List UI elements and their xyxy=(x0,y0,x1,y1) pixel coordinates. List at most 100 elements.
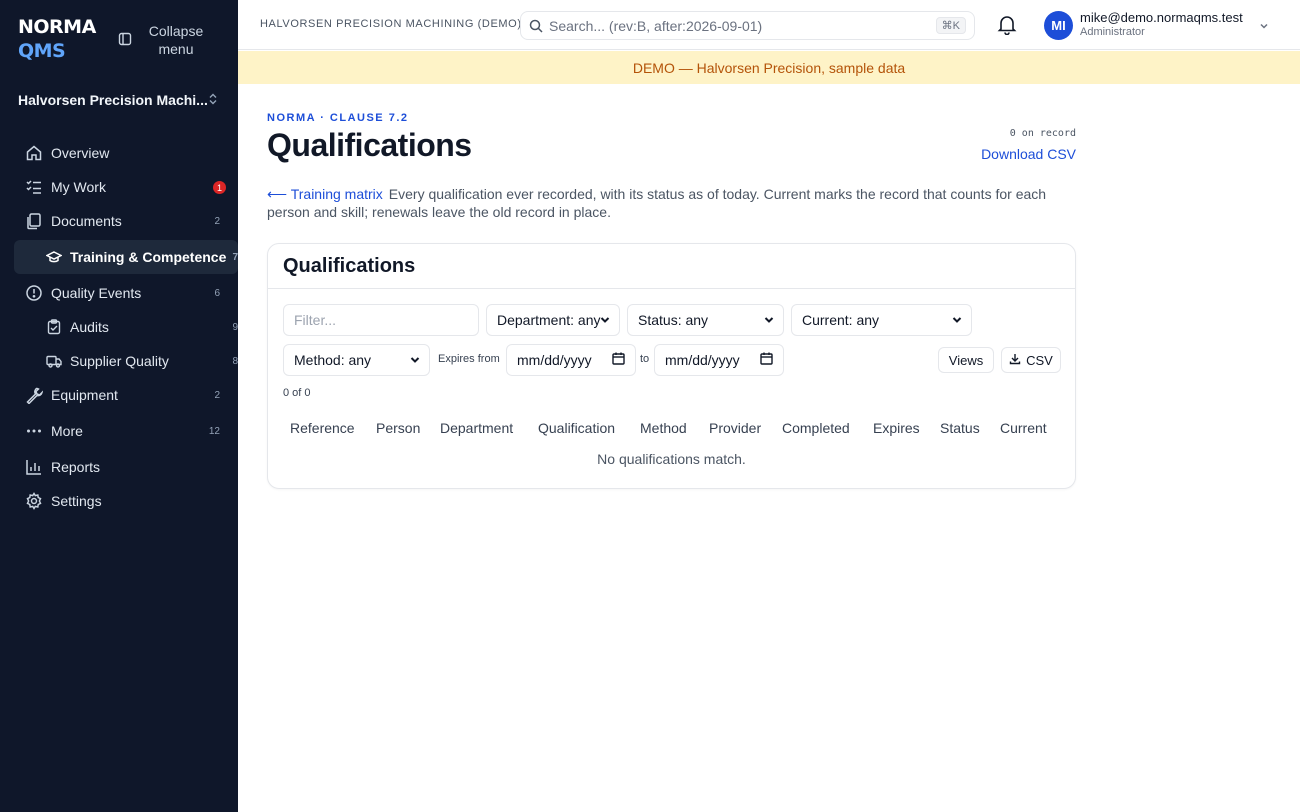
sidebar-toggle-icon xyxy=(118,32,132,49)
expires-to-date-input[interactable]: mm/dd/yyyy xyxy=(654,344,784,376)
search-shortcut: ⌘K xyxy=(935,17,966,34)
sidebar-item-label: Quality Events xyxy=(51,285,142,301)
brand-line-2: QMS xyxy=(18,40,66,62)
download-csv-link[interactable]: Download CSV xyxy=(981,146,1076,162)
wrench-icon xyxy=(24,385,44,405)
column-header-person[interactable]: Person xyxy=(376,420,420,436)
alert-circle-icon xyxy=(24,283,44,303)
column-header-department[interactable]: Department xyxy=(440,420,513,436)
status-select[interactable]: Status: any xyxy=(627,304,784,336)
record-count: 0 on record xyxy=(1009,128,1076,139)
department-value: Department: any xyxy=(497,312,601,328)
expires-from-date-input[interactable]: mm/dd/yyyy xyxy=(506,344,636,376)
column-header-completed[interactable]: Completed xyxy=(782,420,850,436)
clipboard-icon xyxy=(46,317,62,337)
org-title: HALVORSEN PRECISION MACHINING (DEMO) xyxy=(260,18,522,30)
checklist-icon xyxy=(24,177,44,197)
sidebar-item-label: More xyxy=(51,423,83,439)
column-header-qualification[interactable]: Qualification xyxy=(538,420,615,436)
sidebar-item-settings[interactable]: Settings xyxy=(14,484,238,518)
column-header-current[interactable]: Current xyxy=(1000,420,1047,436)
sidebar-item-label: Audits xyxy=(70,319,109,335)
collapse-menu-button[interactable]: Collapse menu xyxy=(118,22,206,58)
current-select[interactable]: Current: any xyxy=(791,304,972,336)
item-count: 7 xyxy=(232,251,238,263)
sidebar: NORMA QMS Collapse menu Halvorsen Precis… xyxy=(0,0,238,812)
sidebar-nav: Overview My Work 1 Documents 2 Training … xyxy=(14,136,238,518)
item-count: 9 xyxy=(232,321,238,333)
item-count: 12 xyxy=(208,425,220,437)
sidebar-item-more[interactable]: More 12 xyxy=(14,414,238,448)
user-menu[interactable]: mike@demo.normaqms.test Administrator xyxy=(1080,10,1243,38)
chevron-down-icon xyxy=(951,313,963,329)
search-icon xyxy=(529,19,543,33)
sidebar-item-label: Supplier Quality xyxy=(70,353,169,369)
chevron-down-icon xyxy=(599,313,611,329)
sidebar-item-documents[interactable]: Documents 2 xyxy=(14,204,238,238)
to-label: to xyxy=(640,353,650,365)
date-placeholder: mm/dd/yyyy xyxy=(665,352,740,368)
sidebar-item-audits[interactable]: Audits 9 xyxy=(14,310,238,344)
chevron-down-icon xyxy=(763,313,775,329)
column-header-expires[interactable]: Expires xyxy=(873,420,920,436)
method-select[interactable]: Method: any xyxy=(283,344,430,376)
column-header-status[interactable]: Status xyxy=(940,420,980,436)
item-count: 2 xyxy=(214,215,220,227)
calendar-icon[interactable] xyxy=(612,352,625,368)
training-matrix-link[interactable]: ⟵ Training matrix xyxy=(267,186,383,202)
avatar[interactable]: MI xyxy=(1044,11,1073,40)
download-icon xyxy=(1009,353,1021,368)
sidebar-item-label: Settings xyxy=(51,493,102,509)
org-name: Halvorsen Precision Machi... xyxy=(18,92,208,108)
sidebar-item-label: Overview xyxy=(51,145,110,161)
home-icon xyxy=(24,143,44,163)
brand-line-1: NORMA xyxy=(18,16,96,38)
item-count: 2 xyxy=(214,389,220,401)
sidebar-item-label: Reports xyxy=(51,459,101,475)
csv-label: CSV xyxy=(1026,352,1053,368)
views-button[interactable]: Views xyxy=(938,347,994,373)
demo-banner: DEMO — Halvorsen Precision, sample data xyxy=(238,51,1300,84)
column-header-method[interactable]: Method xyxy=(640,420,687,436)
sidebar-item-label: Training & Competence xyxy=(70,249,227,265)
sidebar-item-equipment[interactable]: Equipment 2 xyxy=(14,378,238,412)
page-title: Qualifications xyxy=(267,127,472,163)
sidebar-item-quality-events[interactable]: Quality Events 6 xyxy=(14,276,238,310)
sidebar-item-overview[interactable]: Overview xyxy=(14,136,238,170)
calendar-icon[interactable] xyxy=(760,352,773,368)
qualifications-card: Qualifications Filter... Department: any… xyxy=(267,243,1076,489)
sidebar-item-label: Equipment xyxy=(51,387,118,403)
chevron-up-down-icon xyxy=(208,93,218,108)
status-value: Status: any xyxy=(638,312,709,328)
column-header-reference[interactable]: Reference xyxy=(290,420,355,436)
date-placeholder: mm/dd/yyyy xyxy=(517,352,592,368)
card-title: Qualifications xyxy=(283,255,416,277)
column-header-provider[interactable]: Provider xyxy=(709,420,761,436)
sidebar-item-my-work[interactable]: My Work 1 xyxy=(14,170,238,204)
current-value: Current: any xyxy=(802,312,880,328)
sidebar-item-label: Documents xyxy=(51,213,122,229)
collapse-menu-label: Collapse menu xyxy=(148,23,204,57)
bar-chart-icon xyxy=(24,457,44,477)
csv-button[interactable]: CSV xyxy=(1001,347,1061,373)
chevron-down-icon xyxy=(409,353,421,369)
search-input[interactable]: Search... (rev:B, after:2026-09-01) ⌘K xyxy=(520,11,975,40)
sidebar-item-reports[interactable]: Reports xyxy=(14,450,238,484)
gear-icon xyxy=(24,491,44,511)
brand-logo[interactable]: NORMA QMS xyxy=(18,15,96,63)
notification-badge: 1 xyxy=(213,181,226,194)
result-count: 0 of 0 xyxy=(283,387,311,399)
expires-from-label: Expires from xyxy=(438,353,500,365)
top-bar: HALVORSEN PRECISION MACHINING (DEMO) Sea… xyxy=(238,0,1300,50)
department-select[interactable]: Department: any xyxy=(486,304,620,336)
user-email: mike@demo.normaqms.test xyxy=(1080,10,1243,25)
sidebar-item-label: My Work xyxy=(51,179,106,195)
sidebar-item-training-competence[interactable]: Training & Competence 7 xyxy=(14,240,238,274)
chevron-down-icon[interactable] xyxy=(1258,19,1270,37)
sidebar-item-supplier-quality[interactable]: Supplier Quality 8 xyxy=(14,344,238,378)
org-switcher[interactable]: Halvorsen Precision Machi... xyxy=(18,92,218,108)
documents-icon xyxy=(24,211,44,231)
filter-input[interactable]: Filter... xyxy=(283,304,479,336)
notifications-bell-icon[interactable] xyxy=(996,13,1018,40)
clause-eyebrow: NORMA · CLAUSE 7.2 xyxy=(267,112,409,124)
